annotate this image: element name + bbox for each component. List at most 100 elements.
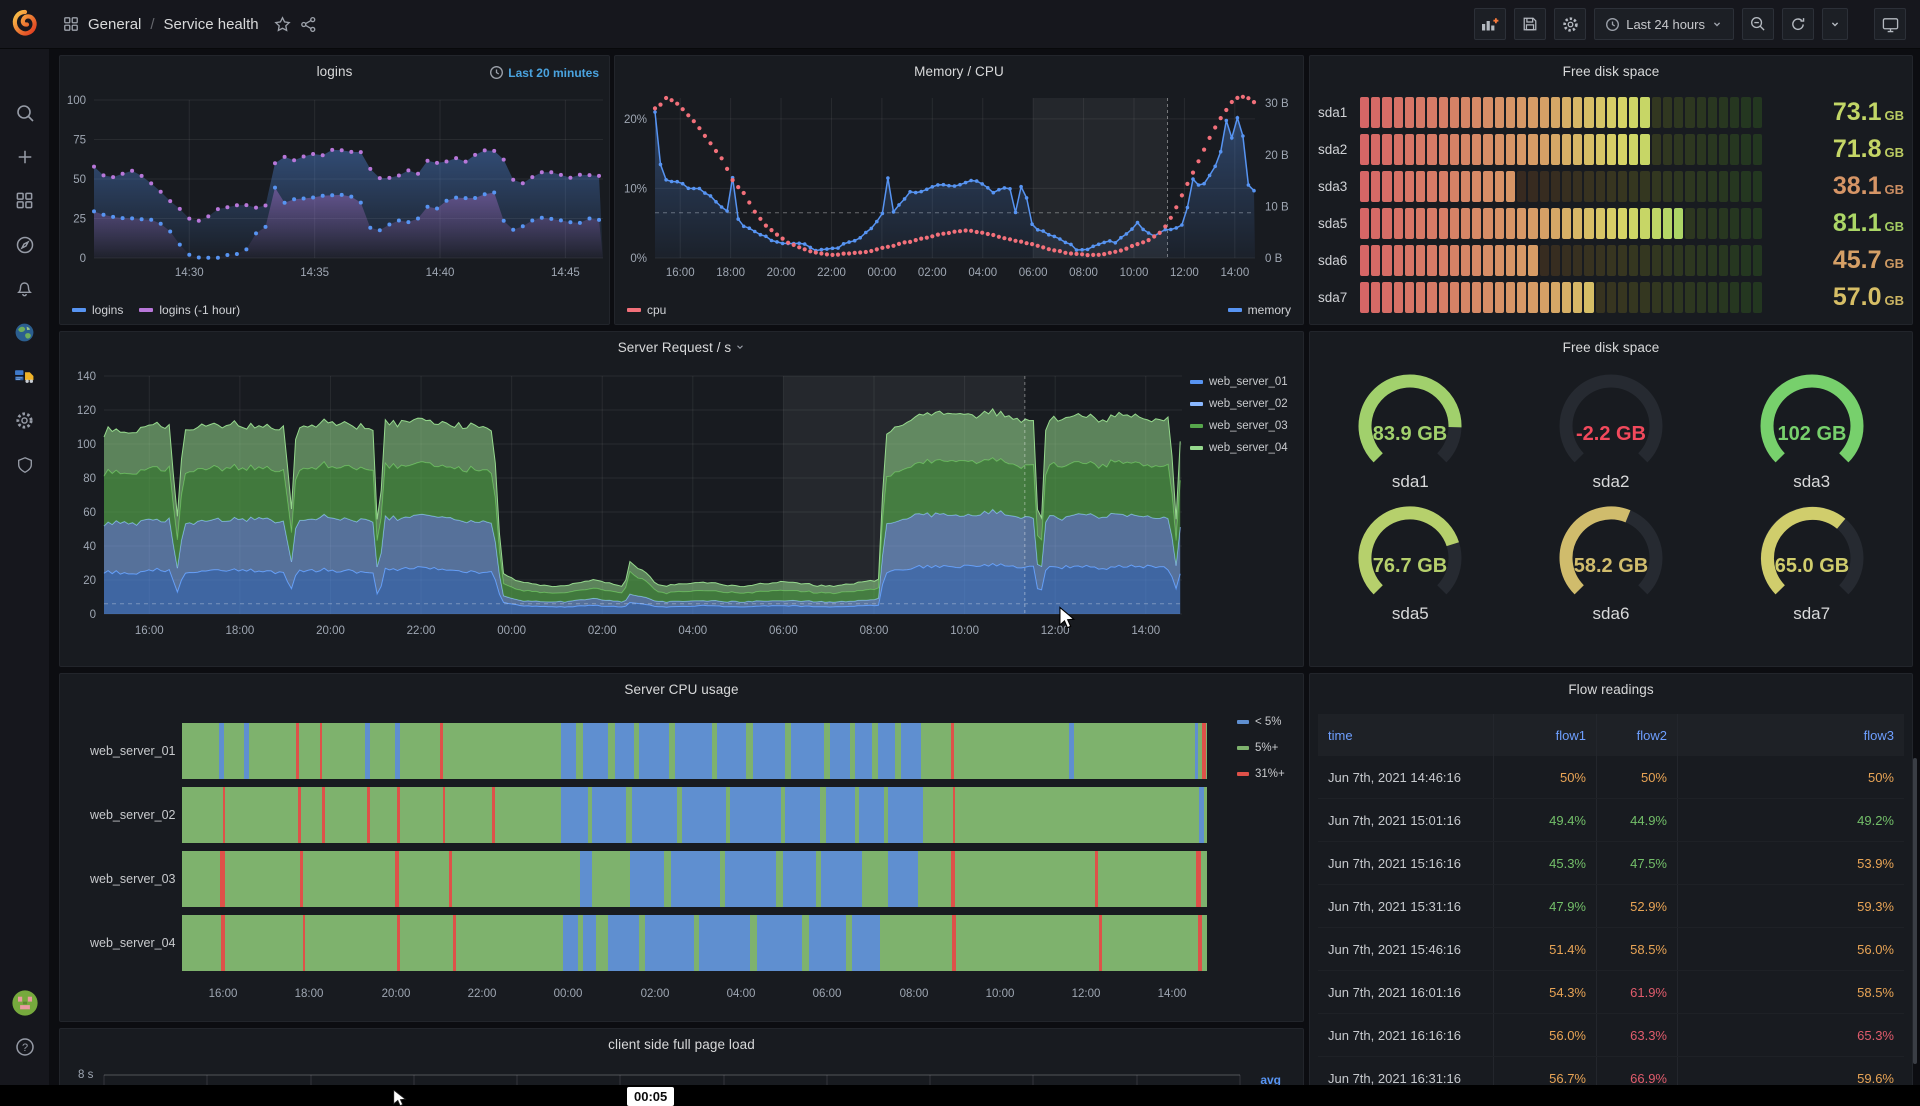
add-panel-button[interactable] [1474,8,1506,40]
sidebar-item-configuration[interactable] [8,408,42,438]
timeline-row-web_server_02[interactable]: web_server_02 [60,787,1207,843]
lcd-cell [1629,134,1638,165]
svg-text:50: 50 [73,174,86,186]
lcd-cell [1528,134,1537,165]
grafana-logo[interactable] [0,0,49,48]
lcd-cell [1528,245,1537,276]
lcd-cell [1730,245,1739,276]
sidebar-item-world-plugin[interactable] [8,320,42,350]
legend-item-cpu[interactable]: cpu [627,303,666,317]
timeline-row-label: web_server_01 [60,744,182,758]
lcd-cell [1371,97,1380,128]
panel-title[interactable]: Memory / CPU [615,64,1303,79]
cell-flow3: 49.2% [1678,799,1904,841]
legend-item-web_server_03[interactable]: web_server_03 [1190,420,1288,432]
timeline-row-web_server_03[interactable]: web_server_03 [60,851,1207,907]
logins-chart[interactable]: 025507510014:3014:3514:4014:45 [60,90,611,295]
panel-title[interactable]: Server CPU usage [60,682,1303,697]
disk-row-sda7: sda7 57.0GB [1318,281,1904,314]
refresh-button[interactable] [1782,8,1814,40]
lcd-cell [1618,97,1627,128]
breadcrumb-section[interactable]: General [88,16,141,33]
legend-item-logins[interactable]: logins [72,303,123,317]
timeline-row-web_server_04[interactable]: web_server_04 [60,915,1207,971]
table-row[interactable]: Jun 7th, 2021 14:46:16 50% 50% 50% [1318,756,1904,799]
lcd-cell [1697,282,1706,313]
refresh-interval-button[interactable] [1822,8,1848,40]
lcd-cell [1697,97,1706,128]
svg-text:58.2 GB: 58.2 GB [1574,555,1648,577]
panel-title[interactable]: Flow readings [1310,682,1912,697]
legend-item-web_server_02[interactable]: web_server_02 [1190,398,1288,410]
legend-item-web_server_01[interactable]: web_server_01 [1190,376,1288,388]
zoom-out-button[interactable] [1742,8,1774,40]
share-icon[interactable] [300,16,317,33]
lcd-cell [1405,171,1414,202]
table-row[interactable]: Jun 7th, 2021 15:31:16 47.9% 52.9% 59.3% [1318,885,1904,928]
sidebar-item-user-avatar[interactable] [8,990,42,1020]
disk-label: sda3 [1318,179,1360,194]
table-row[interactable]: Jun 7th, 2021 15:16:16 45.3% 47.5% 53.9% [1318,842,1904,885]
sidebar-item-dashboards[interactable] [8,188,42,218]
legend-item[interactable]: < 5% [1237,716,1285,728]
state-high-segment [1099,915,1102,971]
time-range-picker[interactable]: Last 24 hours [1594,8,1734,40]
lcd-cell [1674,245,1683,276]
legend-item[interactable]: 31%+ [1237,768,1285,780]
column-header-flow2[interactable]: flow2 [1597,714,1678,756]
lcd-cell [1685,245,1694,276]
sidebar-item-create[interactable] [8,144,42,174]
panel-menu-chevron-icon[interactable] [735,340,745,355]
lcd-cell [1652,282,1661,313]
lcd-cell [1439,282,1448,313]
svg-text:30 B: 30 B [1265,98,1289,110]
column-header-flow3[interactable]: flow3 [1678,714,1904,756]
legend-item[interactable]: 5%+ [1237,742,1285,754]
lcd-cell [1450,134,1459,165]
cell-time: Jun 7th, 2021 16:16:16 [1318,1014,1494,1056]
panel-title[interactable]: client side full page load [60,1037,1303,1052]
memory-cpu-chart[interactable]: 0%10%20%0 B10 B20 B30 B16:0018:0020:0022… [615,90,1305,295]
lcd-cell [1663,282,1672,313]
lcd-cell [1730,171,1739,202]
lcd-cell [1472,97,1481,128]
cycle-view-mode-button[interactable] [1874,8,1906,40]
sidebar-item-help[interactable]: ? [8,1034,42,1064]
lcd-cell [1371,134,1380,165]
sidebar-item-explore[interactable] [8,232,42,262]
save-dashboard-button[interactable] [1514,8,1546,40]
side-menu: ? [0,48,49,1106]
panel-title[interactable]: Free disk space [1310,340,1912,355]
breadcrumb-page[interactable]: Service health [164,16,259,33]
legend-item-logins (-1 hour)[interactable]: logins (-1 hour) [139,303,240,317]
sidebar-item-alerting[interactable] [8,276,42,306]
legend-item-memory[interactable]: memory [1228,303,1291,317]
legend-item-web_server_04[interactable]: web_server_04 [1190,442,1288,454]
disk-value: 81.1GB [1774,209,1904,238]
video-progress-bar[interactable]: 00:05 [0,1085,1920,1106]
lcd-cell [1596,208,1605,239]
table-row[interactable]: Jun 7th, 2021 16:01:16 54.3% 61.9% 58.5% [1318,971,1904,1014]
dashboard-settings-button[interactable] [1554,8,1586,40]
table-row[interactable]: Jun 7th, 2021 15:01:16 49.4% 44.9% 49.2% [1318,799,1904,842]
panel-title[interactable]: Free disk space [1310,64,1912,79]
sidebar-item-search[interactable] [8,100,42,130]
lcd-cell [1360,171,1369,202]
state-low-segment [699,915,751,971]
star-icon[interactable] [274,16,291,33]
lcd-cell [1640,97,1649,128]
sidebar-item-server-admin[interactable] [8,452,42,482]
server-request-chart[interactable]: 02040608010012014016:0018:0020:0022:0000… [60,360,1305,673]
panel-title[interactable]: Server Request / s [60,340,1303,355]
scrollbar-thumb[interactable] [1913,758,1917,1064]
column-header-flow1[interactable]: flow1 [1494,714,1597,756]
lcd-cell [1596,282,1605,313]
sidebar-item-fleet-plugin[interactable] [8,364,42,394]
table-row[interactable]: Jun 7th, 2021 16:16:16 56.0% 63.3% 65.3% [1318,1014,1904,1057]
column-header-time[interactable]: time [1318,714,1494,756]
timeline-row-web_server_01[interactable]: web_server_01 [60,723,1207,779]
table-row[interactable]: Jun 7th, 2021 15:46:16 51.4% 58.5% 56.0% [1318,928,1904,971]
time-override-link[interactable]: Last 20 minutes [489,65,599,80]
timeline-bar [182,851,1207,907]
state-high-segment [1202,723,1206,779]
